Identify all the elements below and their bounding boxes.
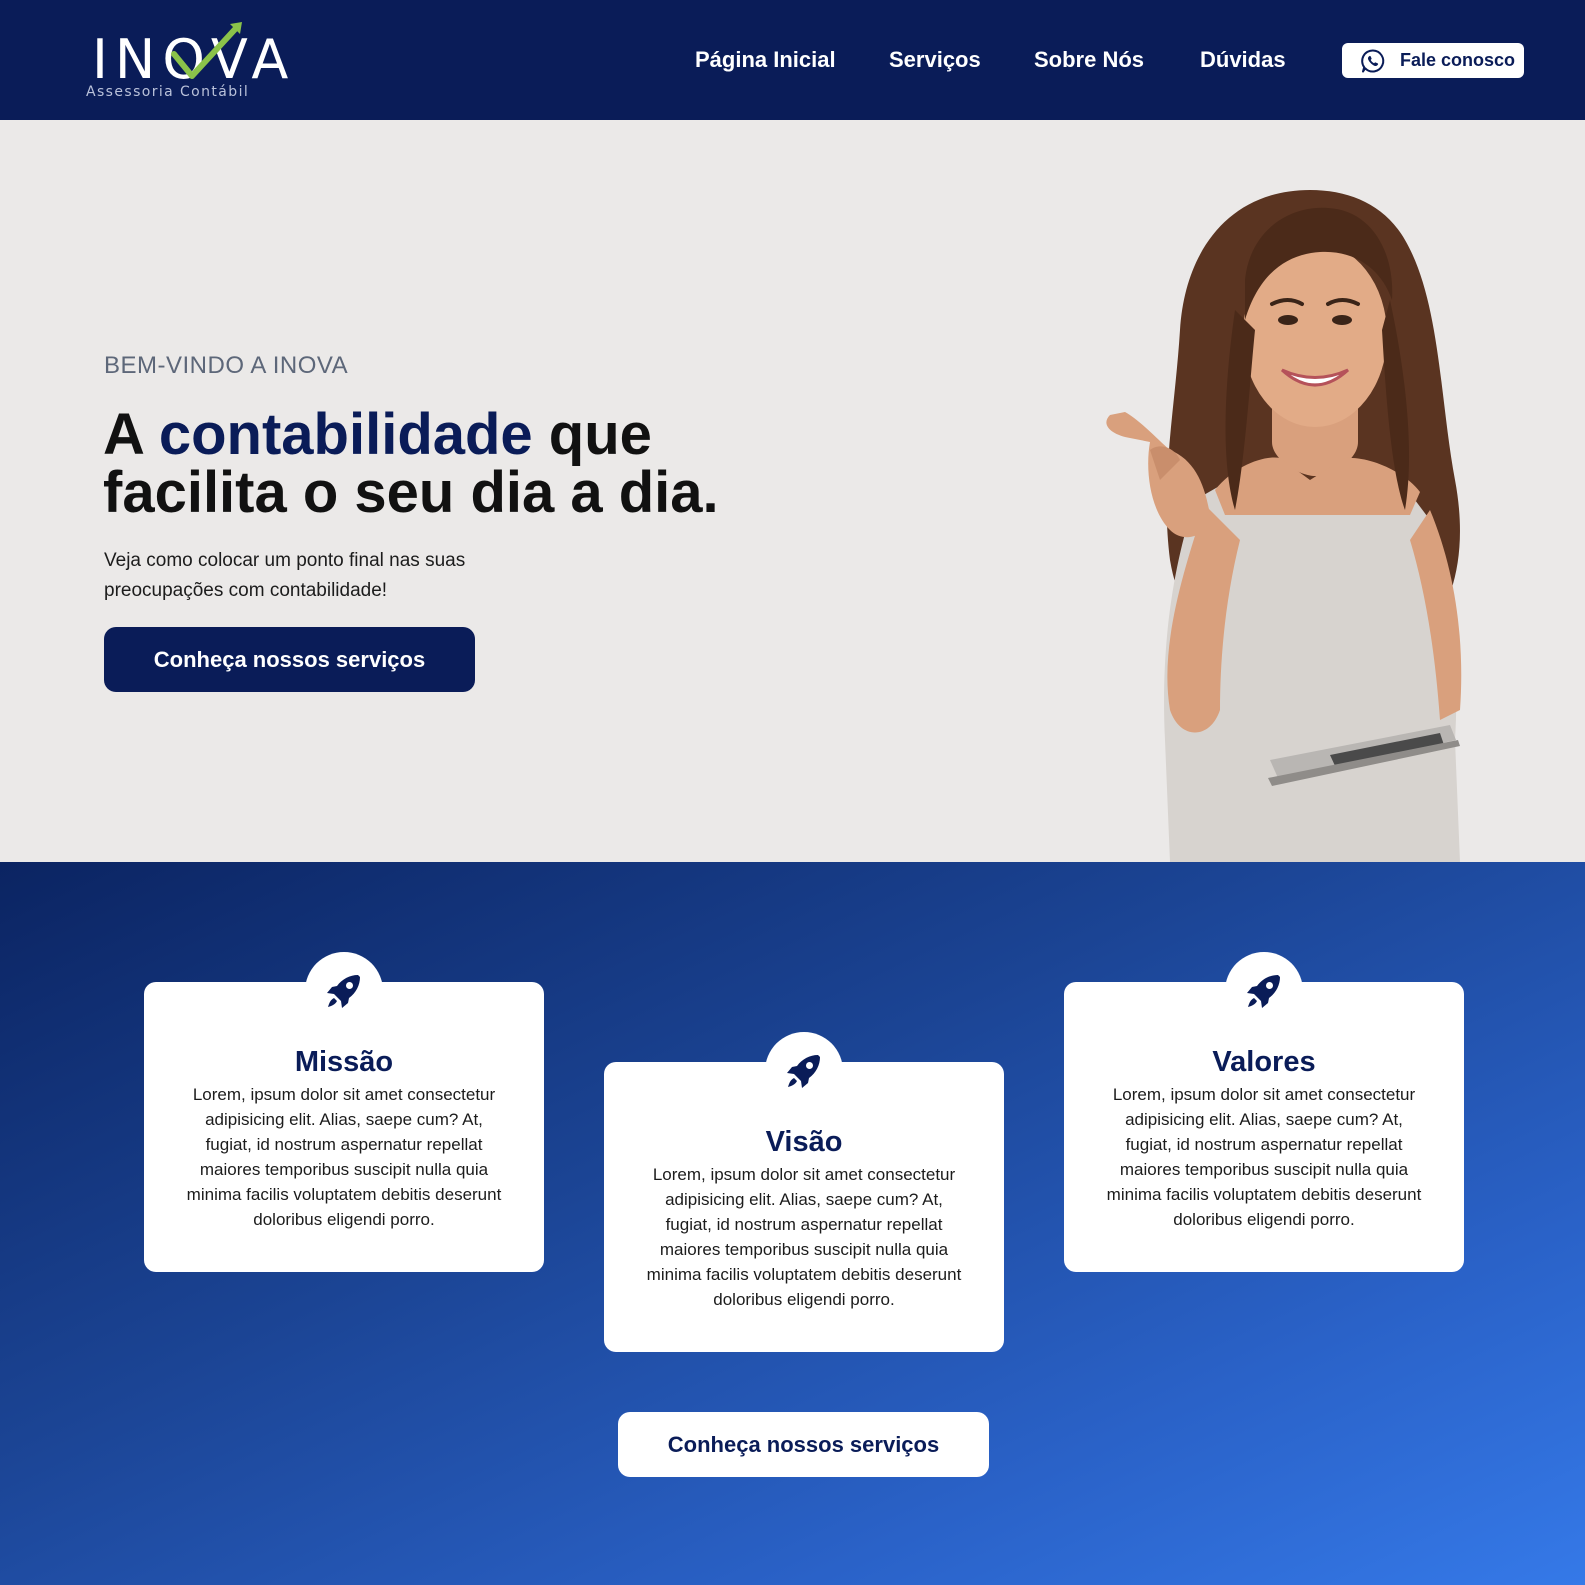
values-cta-button[interactable]: Conheça nossos serviços <box>618 1412 989 1477</box>
nav-item-sobre-nos[interactable]: Sobre Nós <box>1034 44 1144 76</box>
values-badge <box>1225 952 1303 1030</box>
values-text: Lorem, ipsum dolor sit amet consectetur … <box>1106 1085 1422 1229</box>
hero-eyebrow: BEM-VINDO A INOVA <box>104 352 349 379</box>
values-card: Valores Lorem, ipsum dolor sit amet cons… <box>1064 952 1464 1272</box>
rocket-icon <box>1247 975 1280 1008</box>
whatsapp-icon <box>1361 48 1385 72</box>
hero-title-accent: contabilidade <box>158 402 533 467</box>
rocket-icon <box>787 1055 820 1088</box>
nav-item-pagina-inicial[interactable]: Página Inicial <box>695 44 836 76</box>
values-section: Missão Lorem, ipsum dolor sit amet conse… <box>0 862 1585 1585</box>
mission-card: Missão Lorem, ipsum dolor sit amet conse… <box>144 952 544 1272</box>
mission-title: Missão <box>294 1046 394 1078</box>
rocket-icon <box>327 975 360 1008</box>
vision-card: Visão Lorem, ipsum dolor sit amet consec… <box>604 1032 1004 1352</box>
vision-title: Visão <box>765 1126 843 1158</box>
hero-woman-image <box>1106 190 1462 862</box>
mission-badge <box>305 952 383 1030</box>
values-title: Valores <box>1212 1046 1316 1078</box>
mission-text: Lorem, ipsum dolor sit amet consectetur … <box>186 1085 502 1229</box>
vision-badge <box>765 1032 843 1110</box>
hero-section: BEM-VINDO A INOVA A contabilidade que fa… <box>0 120 1585 862</box>
hero-title-part1: A <box>103 402 159 467</box>
hero-cta-button[interactable]: Conheça nossos serviços <box>104 627 475 692</box>
contact-button[interactable]: Fale conosco <box>1342 43 1524 78</box>
contact-button-label: Fale conosco <box>1400 50 1516 70</box>
hero-title: A contabilidade que facilita o seu dia a… <box>103 406 803 522</box>
nav-item-duvidas[interactable]: Dúvidas <box>1200 44 1286 76</box>
vision-text: Lorem, ipsum dolor sit amet consectetur … <box>646 1165 962 1309</box>
hero-subtitle: Veja como colocar um ponto final nas sua… <box>104 550 466 601</box>
site-header: INOVA Assessoria Contábil Página Inicial… <box>0 0 1585 120</box>
nav-item-servicos[interactable]: Serviços <box>889 44 981 76</box>
